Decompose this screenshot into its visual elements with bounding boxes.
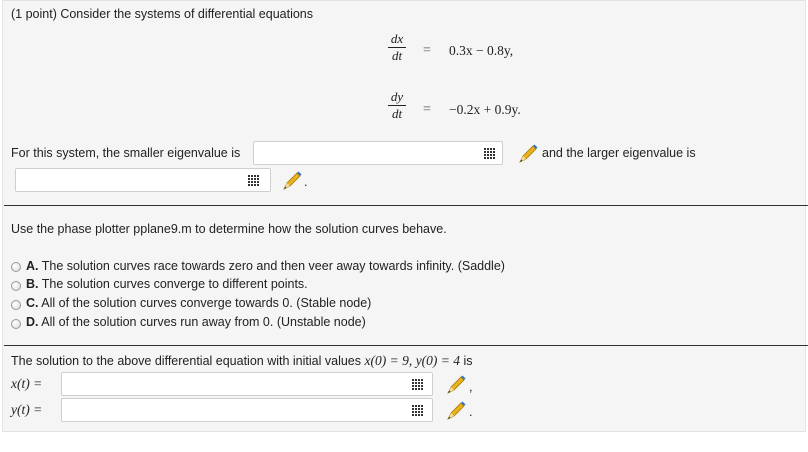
eq2-numerator: dy bbox=[390, 89, 404, 104]
section-divider bbox=[4, 345, 808, 346]
smaller-eigenvalue-label: For this system, the smaller eigenvalue … bbox=[11, 146, 241, 160]
initial-value-x: x(0) = 9, bbox=[364, 353, 413, 368]
eq2-denominator: dt bbox=[391, 106, 403, 121]
eq2-derivative: dy dt bbox=[385, 89, 409, 122]
matrix-grid-icon[interactable] bbox=[484, 148, 496, 159]
eq1-denominator: dt bbox=[391, 48, 403, 63]
option-d-text: All of the solution curves run away from… bbox=[41, 315, 366, 329]
eq1-derivative: dx dt bbox=[385, 31, 409, 64]
problem-header: (1 point) Consider the systems of differ… bbox=[11, 7, 314, 21]
larger-eigenvalue-trailing: . bbox=[304, 175, 308, 189]
larger-eigenvalue-input[interactable] bbox=[15, 168, 271, 192]
matrix-grid-icon[interactable] bbox=[412, 405, 424, 416]
y-solution-input[interactable] bbox=[61, 398, 433, 422]
y-solution-label: y(t) = bbox=[11, 402, 43, 417]
section-divider bbox=[4, 205, 808, 206]
eq2-rhs: −0.2x + 0.9y. bbox=[449, 102, 521, 117]
smaller-eigenvalue-input[interactable] bbox=[253, 141, 503, 165]
eq1-numerator: dx bbox=[390, 31, 404, 46]
larger-eigenvalue-label: and the larger eigenvalue is bbox=[542, 146, 696, 160]
pencil-icon[interactable] bbox=[445, 374, 467, 396]
option-c-radio[interactable] bbox=[11, 300, 21, 310]
solution-intro: The solution to the above differential e… bbox=[11, 353, 473, 369]
option-c-text: All of the solution curves converge towa… bbox=[41, 296, 372, 310]
pencil-icon[interactable] bbox=[517, 143, 539, 165]
option-b-radio[interactable] bbox=[11, 281, 21, 291]
eq2-equals: = bbox=[423, 102, 431, 117]
initial-value-y: y(0) = 4 bbox=[415, 353, 461, 368]
pencil-icon[interactable] bbox=[445, 400, 467, 422]
x-solution-trailing: , bbox=[469, 380, 473, 394]
option-c-letter: C. bbox=[26, 296, 39, 310]
solution-intro-text: The solution to the above differential e… bbox=[11, 354, 361, 368]
eq1-rhs: 0.3x − 0.8y, bbox=[449, 43, 514, 58]
x-solution-label: x(t) = bbox=[11, 376, 43, 391]
x-solution-input[interactable] bbox=[61, 372, 433, 396]
option-b-text: The solution curves converge to differen… bbox=[41, 277, 308, 291]
eq1-equals: = bbox=[423, 43, 431, 58]
option-c[interactable]: C. All of the solution curves converge t… bbox=[26, 296, 371, 310]
y-solution-trailing: . bbox=[469, 405, 473, 419]
option-a-letter: A. bbox=[26, 259, 39, 273]
option-d-letter: D. bbox=[26, 315, 39, 329]
option-d-radio[interactable] bbox=[11, 319, 21, 329]
option-d[interactable]: D. All of the solution curves run away f… bbox=[26, 315, 366, 329]
option-b[interactable]: B. The solution curves converge to diffe… bbox=[26, 277, 308, 291]
matrix-grid-icon[interactable] bbox=[412, 379, 424, 390]
pencil-icon[interactable] bbox=[281, 170, 303, 192]
option-b-letter: B. bbox=[26, 277, 39, 291]
phase-instruction: Use the phase plotter pplane9.m to deter… bbox=[11, 222, 447, 236]
option-a-radio[interactable] bbox=[11, 262, 21, 272]
matrix-grid-icon[interactable] bbox=[248, 175, 260, 186]
solution-intro-suffix: is bbox=[463, 354, 473, 368]
option-a[interactable]: A. The solution curves race towards zero… bbox=[26, 259, 505, 273]
option-a-text: The solution curves race towards zero an… bbox=[41, 259, 505, 273]
